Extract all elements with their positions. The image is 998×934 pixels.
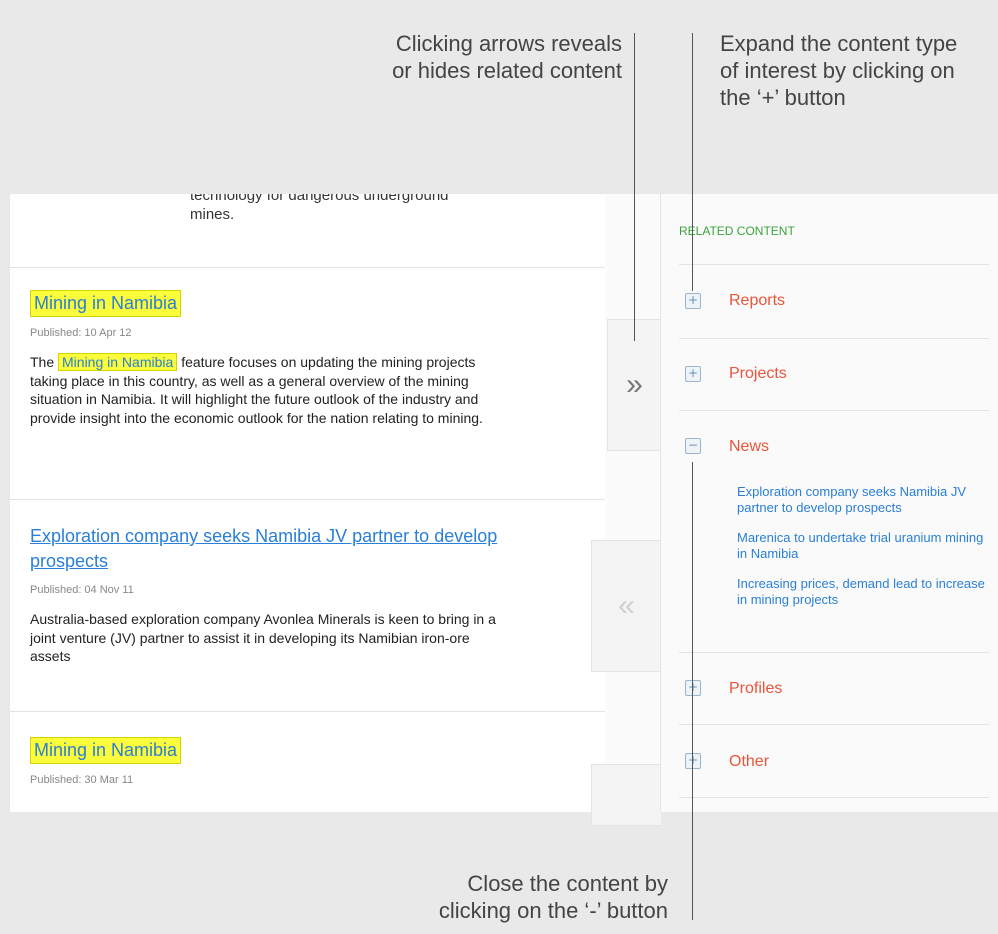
collapse-minus-icon[interactable]: − xyxy=(685,438,701,454)
panel-toggle-column: » « xyxy=(591,194,661,826)
previous-article-excerpt: technology for dangerous underground min… xyxy=(190,194,520,224)
expand-plus-icon[interactable]: + xyxy=(685,680,701,696)
published-date: Published: 30 Mar 11 xyxy=(30,774,134,786)
excerpt-line: technology for dangerous underground xyxy=(190,194,449,204)
category-label[interactable]: Reports xyxy=(729,292,785,310)
article-title-link[interactable]: Mining in Namibia xyxy=(30,290,182,317)
annotation-expand: Expand the content type of interest by c… xyxy=(720,30,957,111)
divider xyxy=(679,652,989,653)
category-label[interactable]: Projects xyxy=(729,365,787,383)
article-title-link[interactable]: Mining in Namibia xyxy=(30,737,182,764)
expand-plus-icon[interactable]: + xyxy=(685,293,701,309)
article-item: Mining in Namibia Published: 10 Apr 12 T… xyxy=(30,290,500,427)
category-projects[interactable]: + Projects xyxy=(661,340,989,410)
news-link[interactable]: Marenica to undertake trial uranium mini… xyxy=(737,530,987,562)
annotation-line: or hides related content xyxy=(392,58,622,83)
category-profiles[interactable]: + Profiles xyxy=(661,654,989,724)
article-list: technology for dangerous underground min… xyxy=(10,194,605,812)
category-reports[interactable]: + Reports xyxy=(661,266,989,336)
news-link[interactable]: Exploration company seeks Namibia JV par… xyxy=(737,484,987,516)
summary-text: The xyxy=(30,354,55,370)
annotation-pointer-line xyxy=(634,33,635,341)
annotation-close: Close the content by clicking on the ‘-’… xyxy=(439,870,668,924)
annotation-line: of interest by clicking on xyxy=(720,58,955,83)
annotation-line: the ‘+’ button xyxy=(720,85,846,110)
annotation-pointer-line xyxy=(692,33,693,291)
published-date: Published: 04 Nov 11 xyxy=(30,584,134,596)
article-title-link[interactable]: Exploration company seeks Namibia JV par… xyxy=(30,524,500,574)
annotation-line: Close the content by xyxy=(467,871,668,896)
divider xyxy=(10,711,605,712)
category-other[interactable]: + Other xyxy=(661,727,989,797)
divider xyxy=(679,264,989,265)
article-item: Exploration company seeks Namibia JV par… xyxy=(30,524,500,666)
expand-plus-icon[interactable]: + xyxy=(685,366,701,382)
divider xyxy=(10,499,605,500)
expand-related-arrow-icon[interactable]: « xyxy=(591,540,661,672)
related-content-heading: RELATED CONTENT xyxy=(679,224,795,238)
news-link[interactable]: Increasing prices, demand lead to increa… xyxy=(737,576,987,608)
divider xyxy=(679,410,989,411)
divider xyxy=(679,338,989,339)
category-label[interactable]: Profiles xyxy=(729,680,782,698)
annotation-arrows: Clicking arrows reveals or hides related… xyxy=(392,30,622,84)
expand-plus-icon[interactable]: + xyxy=(685,753,701,769)
category-label[interactable]: Other xyxy=(729,753,769,771)
category-news[interactable]: − News xyxy=(661,412,989,482)
annotation-pointer-line xyxy=(692,462,693,920)
divider xyxy=(679,724,989,725)
article-summary: The Mining in Namibia feature focuses on… xyxy=(30,353,500,427)
divider xyxy=(10,267,605,268)
article-summary: Australia-based exploration company Avon… xyxy=(30,611,496,664)
annotation-line: clicking on the ‘-’ button xyxy=(438,898,668,923)
news-links-list: Exploration company seeks Namibia JV par… xyxy=(737,484,987,622)
related-content-panel: RELATED CONTENT + Reports + Projects − N… xyxy=(660,194,998,812)
excerpt-line: mines. xyxy=(190,206,235,223)
search-term-highlight: Mining in Namibia xyxy=(58,353,178,371)
category-label[interactable]: News xyxy=(729,438,769,456)
annotation-line: Expand the content type xyxy=(720,31,958,56)
published-date: Published: 10 Apr 12 xyxy=(30,327,132,339)
article-item: Mining in Namibia Published: 30 Mar 11 xyxy=(30,737,500,786)
annotation-line: Clicking arrows reveals xyxy=(395,31,622,56)
article-arrow-tab[interactable] xyxy=(591,764,661,826)
divider xyxy=(679,797,989,798)
